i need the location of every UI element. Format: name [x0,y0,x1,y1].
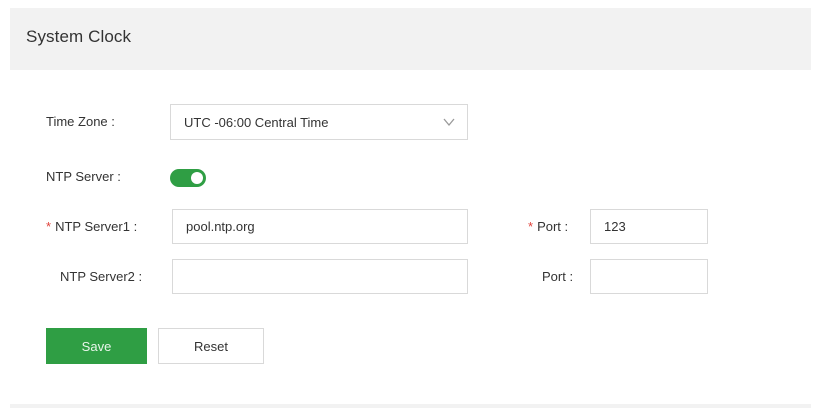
ntp-server-toggle[interactable] [170,169,206,187]
section-header: System Clock [10,8,811,70]
required-marker: * [46,219,52,234]
system-clock-frame: System Clock Time Zone : UTC -06:00 Cent… [10,8,811,408]
save-button[interactable]: Save [46,328,147,364]
time-zone-label: Time Zone : [46,114,115,129]
required-marker: * [528,219,534,234]
ntp-server1-label-text: NTP Server1 : [55,219,138,234]
port1-label-text: Port : [537,219,569,234]
ntp-server-label: NTP Server : [46,169,121,184]
ntp-server2-port-input[interactable] [590,259,708,294]
ntp-server1-input[interactable]: pool.ntp.org [172,209,468,244]
chevron-down-icon [443,118,455,127]
system-clock-form: Time Zone : UTC -06:00 Central Time NTP … [10,70,811,404]
ntp-server2-label: NTP Server2 : [60,269,143,284]
ntp-server1-label: * NTP Server1 : [46,219,137,234]
ntp-server2-input[interactable] [172,259,468,294]
ntp-server1-port-label: * Port : [528,219,568,234]
ntp-server1-port-value: 123 [604,219,626,234]
toggle-knob [191,172,203,184]
ntp-server1-value: pool.ntp.org [186,219,255,234]
ntp-server1-port-input[interactable]: 123 [590,209,708,244]
page-title: System Clock [26,27,132,46]
reset-button[interactable]: Reset [158,328,264,364]
ntp-server2-port-label: Port : [542,269,574,284]
time-zone-select[interactable]: UTC -06:00 Central Time [170,104,468,140]
time-zone-value: UTC -06:00 Central Time [184,114,329,130]
